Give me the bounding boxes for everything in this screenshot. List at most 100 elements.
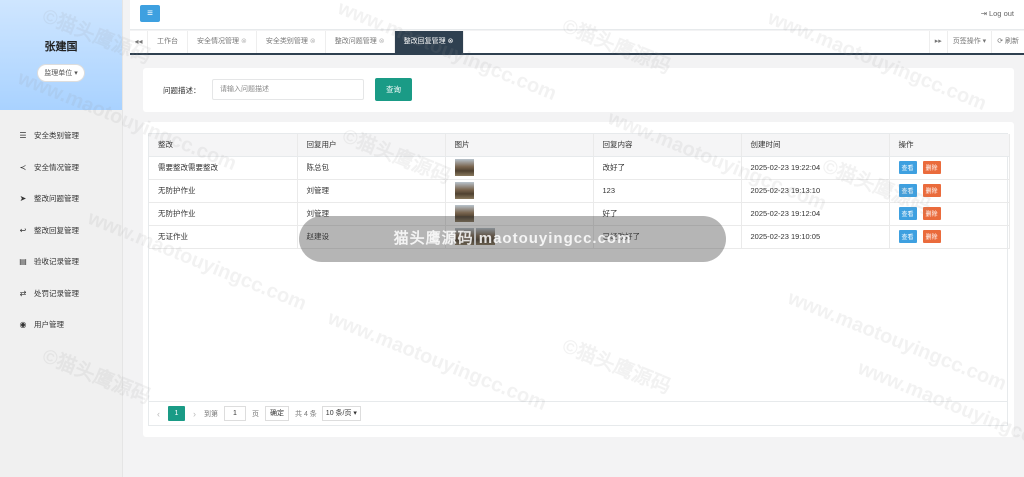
- cell-images: [445, 156, 594, 180]
- data-table-container: 整改 回复用户 图片 回复内容 创建时间 操作 需要整改需要整改 陈总包 改好了 2025-02…: [148, 133, 1010, 426]
- view-button[interactable]: 查看: [898, 207, 917, 220]
- cell-images: [445, 179, 594, 203]
- user-role-dropdown[interactable]: 监理单位 ▾: [37, 64, 85, 82]
- sidebar-item[interactable]: ↩ 整改回复管理: [0, 215, 122, 247]
- cell-actions: 查看 删除: [889, 202, 1010, 226]
- cell-reply-content: 123: [593, 179, 742, 203]
- sidebar-item-label: 安全情况管理: [34, 162, 79, 172]
- photo-thumbnail[interactable]: [454, 182, 474, 199]
- user-name: 张建国: [44, 41, 78, 53]
- pagination: ‹ 1 › 到第 1 页 确定 共 4 条 10 条/页 ▾: [149, 401, 1007, 425]
- confirm-page-button[interactable]: 确定: [265, 406, 289, 421]
- tab-close-icon[interactable]: ⊗: [379, 38, 385, 45]
- page-number-input[interactable]: 1: [224, 406, 246, 421]
- tab-close-icon[interactable]: ⊗: [310, 38, 316, 45]
- sidebar-item-label: 整改问题管理: [34, 194, 79, 204]
- table-header-row: 整改 回复用户 图片 回复内容 创建时间 操作: [149, 134, 1010, 157]
- sidebar-item-label: 处罚记录管理: [34, 288, 79, 298]
- send-icon: ➤: [19, 194, 27, 204]
- view-button[interactable]: 查看: [898, 161, 917, 174]
- photo-thumbnail[interactable]: [454, 159, 474, 176]
- tab-close-icon[interactable]: ⊗: [241, 38, 247, 45]
- cell-issue: 无防护作业: [149, 179, 298, 203]
- sidebar: 张建国 监理单位 ▾ ☰ 安全类别管理 ≺ 安全情况管理 ➤ 整改问题管理 ↩ 整改回复管理 ▤…: [0, 0, 123, 477]
- delete-button[interactable]: 删除: [922, 207, 941, 220]
- sidebar-item-label: 安全类别管理: [34, 131, 79, 141]
- sidebar-item[interactable]: ▤ 验收记录管理: [0, 246, 122, 278]
- sidebar-item[interactable]: ◉ 用户管理: [0, 309, 122, 341]
- table-row: 无防护作业 刘管理 123 2025-02-23 19:13:10 查看 删除: [149, 179, 1010, 203]
- page-size-select[interactable]: 10 条/页 ▾: [321, 406, 361, 421]
- page-unit-label: 页: [252, 410, 259, 418]
- cell-created-time: 2025-02-23 19:22:04: [741, 156, 890, 180]
- delete-button[interactable]: 删除: [922, 230, 941, 243]
- table-row: 需要整改需要整改 陈总包 改好了 2025-02-23 19:22:04 查看 删除: [149, 156, 1010, 180]
- sliders-icon: ☰: [19, 131, 27, 141]
- watermark-toast-overlay: 猫头鹰源码 maotouyingcc.com: [299, 216, 726, 262]
- tab-label: 工作台: [157, 38, 178, 45]
- cell-reply-content: 改好了: [593, 156, 742, 180]
- tab-label: 安全情况管理: [197, 38, 239, 45]
- tab-label: 整改回复管理: [403, 38, 446, 45]
- tab[interactable]: 整改回复管理 ⊗: [394, 31, 464, 53]
- tab-close-icon[interactable]: ⊗: [448, 38, 454, 45]
- view-button[interactable]: 查看: [898, 184, 917, 197]
- prev-page-button[interactable]: ‹: [157, 409, 160, 419]
- tab-label: 安全类别管理: [265, 38, 308, 45]
- tab[interactable]: 整改问题管理 ⊗: [326, 31, 395, 53]
- cell-created-time: 2025-02-23 19:10:05: [741, 225, 890, 249]
- sidebar-item[interactable]: ➤ 整改问题管理: [0, 183, 122, 215]
- column-header: 回复用户: [297, 134, 446, 157]
- tab-bar: ◂◂ 工作台 安全情况管理 ⊗ 安全类别管理 ⊗ 整改问题管理 ⊗ 整改回复管理 ⊗ ▸▸ 页签操作…: [130, 31, 1024, 55]
- random-icon: ⇄: [19, 288, 27, 298]
- issue-description-input[interactable]: [212, 79, 364, 100]
- tab-label: 整改问题管理: [334, 38, 377, 45]
- sidebar-item[interactable]: ⇄ 处罚记录管理: [0, 278, 122, 310]
- refresh-button[interactable]: ⟳ 刷新: [991, 31, 1024, 53]
- tab[interactable]: 安全类别管理 ⊗: [257, 31, 326, 53]
- column-header: 图片: [445, 134, 594, 157]
- tab-scroll-right-button[interactable]: ▸▸: [928, 31, 947, 53]
- search-panel: 问题描述： 查询: [143, 68, 1014, 112]
- column-header: 回复内容: [593, 134, 742, 157]
- sidebar-item-label: 整改回复管理: [34, 225, 79, 235]
- tab-scroll-left-button[interactable]: ◂◂: [130, 31, 148, 53]
- goto-label: 到第: [204, 410, 218, 418]
- delete-button[interactable]: 删除: [922, 184, 941, 197]
- top-bar: ≡ ⇥ Log out: [130, 0, 1024, 30]
- sidebar-item[interactable]: ≺ 安全情况管理: [0, 152, 122, 184]
- delete-button[interactable]: 删除: [922, 161, 941, 174]
- search-label: 问题描述：: [163, 86, 201, 95]
- user-circle-icon: ◉: [19, 320, 27, 330]
- cell-created-time: 2025-02-23 19:12:04: [741, 202, 890, 226]
- column-header: 操作: [889, 134, 1010, 157]
- tab[interactable]: 安全情况管理 ⊗: [188, 31, 257, 53]
- cell-issue: 无证作业: [149, 225, 298, 249]
- cell-issue: 无防护作业: [149, 202, 298, 226]
- sidebar-item-label: 用户管理: [34, 320, 64, 330]
- tab-right-controls: ▸▸ 页签操作 ▾ ⟳ 刷新: [928, 31, 1024, 53]
- cell-reply-user: 陈总包: [297, 156, 446, 180]
- menu-toggle-button[interactable]: ≡: [140, 5, 160, 22]
- logout-link[interactable]: ⇥ Log out: [981, 9, 1014, 18]
- sign-out-icon: ⇥: [980, 9, 987, 18]
- cell-reply-user: 刘管理: [297, 179, 446, 203]
- view-button[interactable]: 查看: [898, 230, 917, 243]
- cell-actions: 查看 删除: [889, 225, 1010, 249]
- sidebar-item-label: 验收记录管理: [34, 257, 79, 267]
- search-button[interactable]: 查询: [375, 78, 412, 101]
- sidebar-item[interactable]: ☰ 安全类别管理: [0, 120, 122, 152]
- cell-actions: 查看 删除: [889, 179, 1010, 203]
- list-icon: ▤: [19, 257, 27, 267]
- column-header: 创建时间: [741, 134, 890, 157]
- logout-label: Log out: [988, 9, 1014, 18]
- next-page-button[interactable]: ›: [193, 409, 196, 419]
- sidebar-menu: ☰ 安全类别管理 ≺ 安全情况管理 ➤ 整改问题管理 ↩ 整改回复管理 ▤ 验收记录管理 ⇄ 处罚记录…: [0, 120, 122, 341]
- table-panel: 整改 回复用户 图片 回复内容 创建时间 操作 需要整改需要整改 陈总包 改好了 2025-02…: [143, 122, 1014, 437]
- current-page-button[interactable]: 1: [168, 406, 185, 421]
- cell-issue: 需要整改需要整改: [149, 156, 298, 180]
- tab[interactable]: 工作台: [148, 31, 188, 53]
- cell-created-time: 2025-02-23 19:13:10: [741, 179, 890, 203]
- column-header: 整改: [149, 134, 298, 157]
- tab-operations-dropdown[interactable]: 页签操作 ▾: [946, 31, 991, 53]
